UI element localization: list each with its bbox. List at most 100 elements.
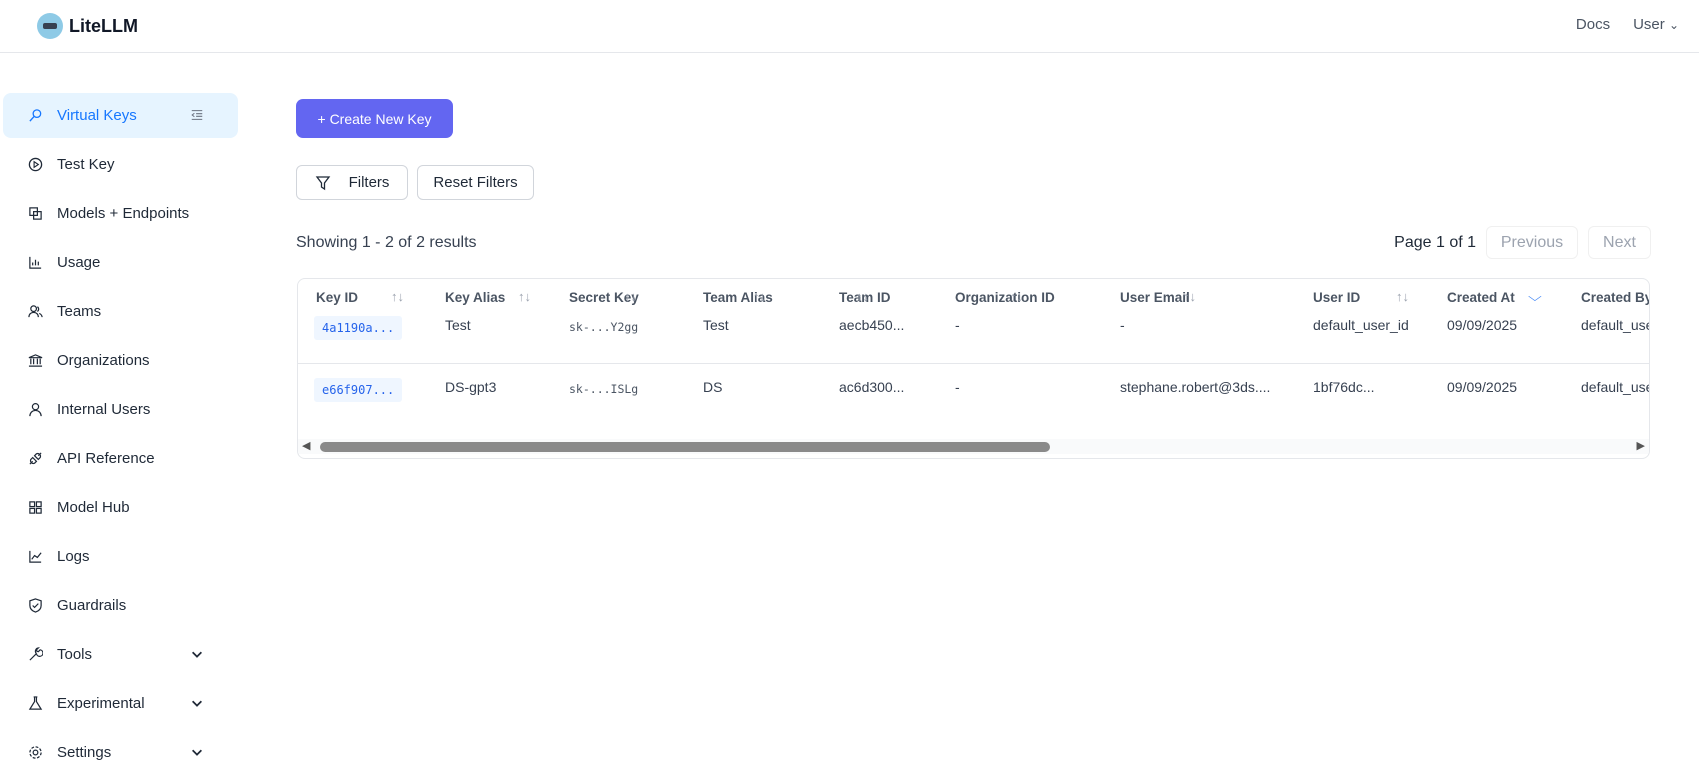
sidebar-item-experimental[interactable]: Experimental xyxy=(3,681,238,726)
table-cell: 1bf76dc... xyxy=(1313,379,1375,395)
table-cell: DS xyxy=(703,379,723,395)
sidebar-item-teams[interactable]: Teams xyxy=(3,289,238,334)
column-header[interactable]: User ID xyxy=(1313,290,1360,305)
table-cell: - xyxy=(955,379,960,395)
block-icon xyxy=(29,207,42,220)
column-header[interactable]: Key ID xyxy=(316,290,358,305)
table-cell: Test xyxy=(703,317,729,333)
filter-icon xyxy=(315,175,330,190)
table-cell: aecb450... xyxy=(839,317,905,333)
safety-icon xyxy=(29,598,42,613)
table-cell: - xyxy=(955,317,960,333)
table-cell: DS-gpt3 xyxy=(445,379,497,395)
bank-icon xyxy=(28,354,43,367)
column-header[interactable]: Created At xyxy=(1447,290,1515,305)
table-cell: stephane.robert@3ds.... xyxy=(1120,379,1271,395)
sidebar-item-label: Guardrails xyxy=(57,597,127,614)
table-cell: sk-...ISLg xyxy=(569,382,639,396)
chevron-down-icon[interactable] xyxy=(190,647,204,661)
sidebar-item-label: Model Hub xyxy=(57,499,130,516)
chevron-down-icon: ⌄ xyxy=(1668,18,1679,32)
sidebar-item-label: Usage xyxy=(57,254,101,271)
collapse-menu-icon[interactable] xyxy=(190,108,204,122)
table-cell: 09/09/2025 xyxy=(1447,317,1518,333)
pagination: Page 1 of 1 Previous Next xyxy=(1394,226,1651,259)
sort-icon[interactable]: ↑↓ xyxy=(518,289,531,304)
experiment-icon xyxy=(28,696,43,710)
filters-button[interactable]: Filters xyxy=(296,165,408,200)
reset-filters-button[interactable]: Reset Filters xyxy=(417,165,534,200)
chevron-down-icon[interactable] xyxy=(190,745,204,759)
column-header[interactable]: Organization ID xyxy=(955,290,1055,305)
sidebar-item-usage[interactable]: Usage xyxy=(3,240,238,285)
sidebar-item-internal-users[interactable]: Internal Users xyxy=(3,387,238,432)
create-new-key-button[interactable]: + Create New Key xyxy=(296,99,453,138)
sidebar-item-test-key[interactable]: Test Key xyxy=(3,142,238,187)
sort-icon[interactable]: ↑↓ xyxy=(624,289,637,304)
bar-chart-icon xyxy=(29,256,42,269)
docs-link[interactable]: Docs xyxy=(1576,16,1610,33)
sidebar-item-organizations[interactable]: Organizations xyxy=(3,338,238,383)
sidebar-item-model-hub[interactable]: Model Hub xyxy=(3,485,238,530)
horizontal-scrollbar[interactable]: ◀ ▶ xyxy=(298,439,1649,454)
team-icon xyxy=(28,305,43,318)
key-icon xyxy=(29,109,42,122)
user-icon xyxy=(29,402,42,417)
sidebar-item-models-endpoints[interactable]: Models + Endpoints xyxy=(3,191,238,236)
tool-icon xyxy=(29,647,43,661)
apps-icon xyxy=(29,501,42,514)
column-header[interactable]: User Email xyxy=(1120,290,1190,305)
scroll-left-icon[interactable]: ◀ xyxy=(302,439,310,452)
table-cell: sk-...Y2gg xyxy=(569,320,639,334)
table-cell: default_use xyxy=(1581,379,1650,395)
sidebar-item-settings[interactable]: Settings xyxy=(3,730,238,775)
column-header[interactable]: Created By xyxy=(1581,290,1649,305)
key-id-link[interactable]: e66f907... xyxy=(314,378,403,402)
results-count: Showing 1 - 2 of 2 results xyxy=(296,234,477,251)
play-circle-icon xyxy=(28,157,43,172)
table-cell: - xyxy=(1120,317,1125,333)
sidebar-item-api-reference[interactable]: API Reference xyxy=(3,436,238,481)
sort-icon[interactable]: ↑↓ xyxy=(856,289,869,304)
page-indicator: Page 1 of 1 xyxy=(1394,233,1476,251)
sort-icon[interactable]: ↑↓ xyxy=(1183,289,1196,304)
setting-icon xyxy=(29,746,42,759)
table-cell: ac6d300... xyxy=(839,379,905,395)
user-label: User xyxy=(1633,16,1665,33)
sidebar-item-virtual-keys[interactable]: Virtual Keys xyxy=(3,93,238,138)
keys-table: ◀ ▶ Key ID ↑↓ Key Alias ↑↓ Secret Key ↑↓ Team … xyxy=(297,278,1650,459)
sidebar-item-label: Experimental xyxy=(57,695,145,712)
next-button[interactable]: Next xyxy=(1588,226,1651,259)
sort-icon[interactable]: ↑↓ xyxy=(1010,289,1023,304)
table-cell: Test xyxy=(445,317,471,333)
sort-icon[interactable]: ↑↓ xyxy=(1396,289,1409,304)
sidebar-item-label: Models + Endpoints xyxy=(57,205,190,222)
litellm-logo-icon xyxy=(37,13,63,39)
user-menu[interactable]: User ⌄ xyxy=(1633,16,1679,33)
sidebar-item-label: Internal Users xyxy=(57,401,151,418)
sort-icon[interactable]: ↑↓ xyxy=(391,289,404,304)
table-cell: default_user_id xyxy=(1313,317,1409,333)
sidebar-item-label: Virtual Keys xyxy=(57,107,137,124)
key-id-link[interactable]: 4a1190a... xyxy=(314,316,403,340)
scrollbar-thumb[interactable] xyxy=(320,442,1050,452)
scroll-right-icon[interactable]: ▶ xyxy=(1637,439,1645,452)
sidebar-item-label: Logs xyxy=(57,548,90,565)
sidebar-item-label: Settings xyxy=(57,744,112,761)
table-cell: default_use xyxy=(1581,317,1650,333)
column-header[interactable]: Key Alias xyxy=(445,290,505,305)
logo[interactable]: LiteLLM xyxy=(37,13,138,39)
sidebar-item-label: Teams xyxy=(57,303,102,320)
sidebar-item-guardrails[interactable]: Guardrails xyxy=(3,583,238,628)
sort-icon[interactable]: ↑↓ xyxy=(753,289,766,304)
line-chart-icon xyxy=(29,550,42,563)
chevron-down-icon[interactable] xyxy=(190,696,204,710)
top-bar: LiteLLM Docs User ⌄ xyxy=(0,0,1699,53)
sort-descending-icon[interactable]: ⌵ xyxy=(1528,289,1542,305)
brand-name: LiteLLM xyxy=(69,15,138,36)
sidebar-item-logs[interactable]: Logs xyxy=(3,534,238,579)
previous-button[interactable]: Previous xyxy=(1486,226,1578,259)
sidebar-item-tools[interactable]: Tools xyxy=(3,632,238,677)
table-cell: 09/09/2025 xyxy=(1447,379,1518,395)
sidebar-item-label: Organizations xyxy=(57,352,150,369)
